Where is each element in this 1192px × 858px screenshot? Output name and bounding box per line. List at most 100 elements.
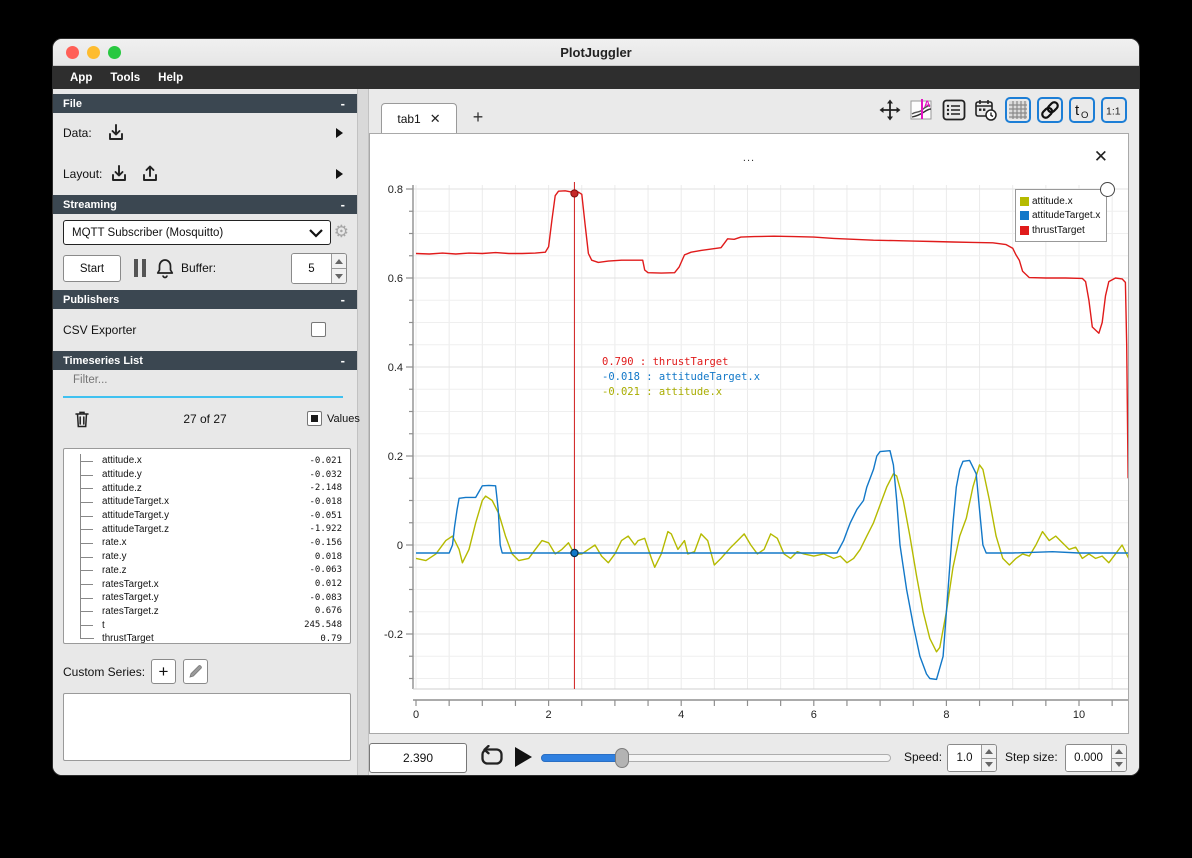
custom-series-label: Custom Series: bbox=[63, 665, 146, 679]
tab-tab1[interactable]: tab1 ✕ bbox=[381, 103, 457, 133]
edit-custom-series-button[interactable] bbox=[183, 659, 208, 684]
timeseries-list-item[interactable]: rate.z -0.063 bbox=[64, 563, 350, 578]
spin-up-icon[interactable] bbox=[1112, 745, 1126, 759]
buffer-spinbox[interactable]: 5 bbox=[291, 253, 347, 284]
step-size-spinbox[interactable]: 0.000 bbox=[1065, 744, 1127, 772]
series-value: 0.012 bbox=[314, 579, 342, 590]
file-section-header[interactable]: File - bbox=[53, 94, 357, 113]
tab-bar: tab1 ✕ + A t O 1:1 bbox=[369, 89, 1139, 133]
series-name: ratesTarget.y bbox=[102, 592, 159, 604]
legend-handle-icon[interactable] bbox=[1100, 182, 1115, 197]
streaming-section-title: Streaming bbox=[63, 198, 117, 211]
streaming-source-select[interactable]: MQTT Subscriber (Mosquitto) bbox=[63, 220, 331, 245]
timeseries-list[interactable]: attitude.x -0.021 attitude.y -0.032 attitude… bbox=[63, 448, 351, 644]
spin-down-icon[interactable] bbox=[982, 758, 996, 771]
series-name: attitude.x bbox=[102, 455, 142, 467]
save-layout-icon[interactable] bbox=[139, 163, 161, 185]
filter-row bbox=[53, 370, 357, 402]
collapse-icon[interactable]: - bbox=[341, 97, 345, 110]
playback-slider[interactable] bbox=[541, 748, 891, 768]
speed-spinbox[interactable]: 1.0 bbox=[947, 744, 997, 772]
spin-down-icon[interactable] bbox=[332, 269, 346, 283]
play-icon[interactable] bbox=[515, 747, 532, 767]
add-custom-series-button[interactable]: + bbox=[151, 659, 176, 684]
menu-tools[interactable]: Tools bbox=[103, 70, 147, 86]
datetime-icon[interactable] bbox=[973, 97, 999, 123]
timeseries-list-item[interactable]: attitude.y -0.032 bbox=[64, 467, 350, 482]
maximize-window-button[interactable] bbox=[108, 46, 121, 59]
timeseries-list-item[interactable]: thrustTarget 0.79 bbox=[64, 631, 350, 643]
plot-legend[interactable]: attitude.x attitudeTarget.x thrustTarget bbox=[1015, 189, 1107, 242]
add-tab-button[interactable]: + bbox=[467, 107, 489, 128]
tree-branch-icon bbox=[80, 549, 94, 564]
menu-help[interactable]: Help bbox=[151, 70, 190, 86]
timeseries-list-item[interactable]: attitude.z -2.148 bbox=[64, 481, 350, 496]
start-button[interactable]: Start bbox=[63, 255, 121, 282]
timeseries-list-item[interactable]: attitudeTarget.y -0.051 bbox=[64, 508, 350, 523]
tracker-time-input[interactable]: 2.390 bbox=[369, 743, 467, 773]
close-window-button[interactable] bbox=[66, 46, 79, 59]
minimize-window-button[interactable] bbox=[87, 46, 100, 59]
filter-input[interactable] bbox=[63, 374, 343, 386]
custom-series-list[interactable] bbox=[63, 693, 351, 761]
timeseries-list-item[interactable]: t 245.548 bbox=[64, 618, 350, 632]
csv-exporter-row: CSV Exporter bbox=[53, 309, 357, 351]
pan-zoom-icon[interactable] bbox=[877, 97, 903, 123]
legend-item[interactable]: thrustTarget bbox=[1020, 223, 1101, 238]
spin-up-icon[interactable] bbox=[982, 745, 996, 759]
timeseries-list-item[interactable]: attitude.x -0.021 bbox=[64, 454, 350, 468]
curve-list-icon[interactable] bbox=[941, 97, 967, 123]
curve-tracker-icon[interactable]: A bbox=[909, 97, 935, 123]
timeseries-section-header[interactable]: Timeseries List - bbox=[53, 351, 357, 370]
csv-exporter-checkbox[interactable] bbox=[311, 322, 326, 337]
close-tab-icon[interactable]: ✕ bbox=[430, 111, 441, 127]
timeseries-list-item[interactable]: attitudeTarget.x -0.018 bbox=[64, 495, 350, 509]
grid-layout-icon[interactable] bbox=[1005, 97, 1031, 123]
legend-color-swatch bbox=[1020, 196, 1029, 206]
ratio-1-1-icon[interactable]: 1:1 bbox=[1101, 97, 1127, 123]
menu-app[interactable]: App bbox=[63, 70, 99, 86]
spin-up-icon[interactable] bbox=[332, 254, 346, 269]
close-plot-icon[interactable]: ✕ bbox=[1094, 148, 1108, 165]
streaming-section-header[interactable]: Streaming - bbox=[53, 195, 357, 214]
streaming-source-row: MQTT Subscriber (Mosquitto) ⚙ bbox=[53, 214, 357, 250]
timeseries-list-item[interactable]: ratesTarget.x 0.012 bbox=[64, 577, 350, 591]
loop-icon[interactable] bbox=[479, 745, 505, 769]
timeseries-list-item[interactable]: rate.x -0.156 bbox=[64, 536, 350, 550]
series-name: rate.z bbox=[102, 564, 127, 576]
legend-item[interactable]: attitudeTarget.x bbox=[1020, 209, 1101, 224]
timeseries-list-item[interactable]: ratesTarget.y -0.083 bbox=[64, 590, 350, 605]
publishers-section-header[interactable]: Publishers - bbox=[53, 290, 357, 309]
legend-item[interactable]: attitude.x bbox=[1020, 194, 1101, 209]
timeseries-list-item[interactable]: attitudeTarget.z -1.922 bbox=[64, 522, 350, 537]
load-layout-icon[interactable] bbox=[108, 163, 130, 185]
spin-down-icon[interactable] bbox=[1112, 758, 1126, 771]
collapse-icon[interactable]: - bbox=[341, 293, 345, 306]
collapse-icon[interactable]: - bbox=[341, 354, 345, 367]
notifications-bell-icon[interactable] bbox=[155, 257, 175, 279]
step-size-label: Step size: bbox=[1005, 750, 1058, 764]
tree-branch-icon bbox=[80, 454, 94, 468]
series-name: ratesTarget.x bbox=[102, 578, 159, 590]
series-value: -0.018 bbox=[309, 496, 342, 507]
load-data-icon[interactable] bbox=[105, 122, 127, 144]
data-menu-arrow-icon[interactable] bbox=[336, 128, 343, 138]
slider-handle[interactable] bbox=[615, 748, 629, 768]
series-line-attitude.x bbox=[415, 464, 1128, 653]
timeseries-list-item[interactable]: rate.y 0.018 bbox=[64, 549, 350, 564]
plot-area[interactable]: 0 2 4 6 8 10 -0.2 0 0.2 0.4 0.6 0.8 0.790 : thrustT… bbox=[369, 133, 1129, 734]
timeseries-list-item[interactable]: ratesTarget.z 0.676 bbox=[64, 604, 350, 619]
link-axes-icon[interactable] bbox=[1037, 97, 1063, 123]
tree-branch-icon bbox=[80, 508, 94, 523]
panel-splitter[interactable] bbox=[357, 89, 369, 775]
collapse-icon[interactable]: - bbox=[341, 198, 345, 211]
layout-menu-arrow-icon[interactable] bbox=[336, 169, 343, 179]
pause-icon[interactable] bbox=[134, 259, 146, 277]
values-checkbox[interactable] bbox=[307, 411, 322, 426]
time-offset-icon[interactable]: tO bbox=[1069, 97, 1095, 123]
series-name: attitude.y bbox=[102, 469, 142, 481]
gear-icon[interactable]: ⚙ bbox=[334, 222, 349, 242]
main-area: tab1 ✕ + A t O 1:1 0 2 4 6 8 10 -0.2 0 0… bbox=[369, 89, 1139, 775]
series-name: attitudeTarget.x bbox=[102, 496, 169, 508]
menu-bar: App Tools Help bbox=[53, 66, 1139, 89]
